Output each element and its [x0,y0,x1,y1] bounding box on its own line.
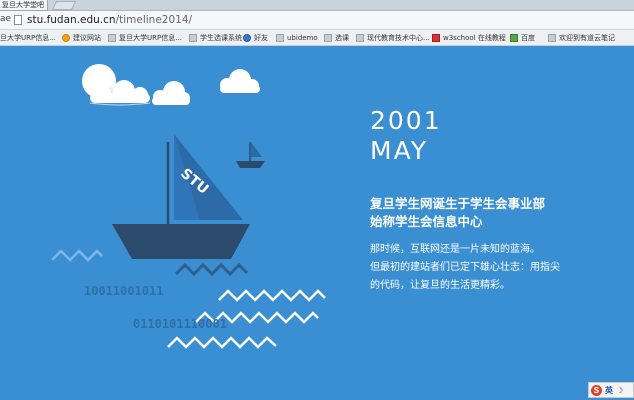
bookmark-label: ubidemo [287,34,318,42]
headline-line: 复旦学生网诞生于学生会事业部 [370,196,546,211]
description-line: 但最初的建站者们已定下雄心壮志：用指尖 [370,262,560,273]
friends-icon [243,34,251,42]
address-prefix: ae [0,14,12,24]
bookmark-item[interactable]: 学生选课系统 [189,32,242,44]
small-boat-icon [236,142,265,168]
wave-icon [174,262,249,277]
timeline-description: 那时候，互联网还是一片未知的蓝海。 但最初的建站者们已定下雄心壮志：用指尖 的代… [370,241,560,295]
new-tab-button[interactable] [51,1,77,10]
url-host: stu.fudan.edu.cn [27,14,116,26]
timeline-year: 2001 [370,106,442,135]
bookmark-item[interactable]: w3school 在线教程 [432,32,506,44]
bookmark-item[interactable]: 欢迎到有道云笔记 [548,32,615,44]
wave-icon [167,336,277,349]
ime-toolbar[interactable]: S 英 ☽ [588,382,634,398]
page-icon [356,34,364,42]
bookmark-item[interactable]: 选课 [324,32,349,44]
timeline-page: STU 10011001011 0110101110001 2001 MAY 复… [0,47,634,400]
bookmark-item[interactable]: 现代教育技术中心... [356,32,430,44]
bookmarks-bar: 旦大学URP信息... 建议网站 复旦大学URP信息... 学生选课系统 好友 … [0,30,634,46]
bookmark-label: 旦大学URP信息... [0,34,56,42]
bookmark-label: 选课 [335,34,349,42]
page-icon [14,15,22,25]
bookmark-label: 现代教育技术中心... [367,34,430,42]
bookmark-label: 建议网站 [73,34,101,42]
bookmark-label: 学生选课系统 [200,34,242,42]
bookmark-item[interactable]: 复旦大学URP信息... [108,32,182,44]
timeline-headline: 复旦学生网诞生于学生会事业部 始称学生会信息中心 [370,195,545,231]
orange-icon [62,34,70,42]
bookmark-label: 百度 [521,34,535,42]
bookmark-item[interactable]: ubidemo [276,32,318,44]
binary-text: 10011001011 [84,284,163,298]
wave-icon [51,249,103,262]
baidu-icon [510,34,518,42]
page-icon [324,34,332,42]
cloud-icon [220,69,260,93]
page-icon [108,34,116,42]
binary-text: 0110101110001 [133,317,227,331]
tab-strip: 复旦大学堂吧 [0,0,634,11]
bookmark-label: 复旦大学URP信息... [119,34,182,42]
bookmark-item[interactable]: 建议网站 [62,32,101,44]
w3school-icon [432,34,440,42]
wave-icon [218,289,326,302]
cloud-icon [152,81,190,105]
page-icon [189,34,197,42]
tab-active[interactable]: 复旦大学堂吧 [0,0,48,11]
boat-icon: STU [112,134,250,259]
cloud-icon [82,64,151,106]
description-line: 的代码，让复旦的生活更精彩。 [370,280,510,291]
sogou-icon: S [591,384,602,396]
address-bar: ae stu.fudan.edu.cn/timeline2014/ [0,11,634,30]
bookmark-item[interactable]: 好友 [243,32,268,44]
bookmark-item[interactable]: 百度 [510,32,535,44]
headline-line: 始称学生会信息中心 [370,214,483,229]
tab-title: 复旦大学堂吧 [2,1,44,9]
url-field[interactable]: stu.fudan.edu.cn/timeline2014/ [27,14,192,26]
bookmark-label: 欢迎到有道云笔记 [559,34,615,42]
ime-mode[interactable]: 英 [605,385,613,396]
moon-icon[interactable]: ☽ [616,386,623,395]
page-icon [548,34,556,42]
bookmark-label: 好友 [254,34,268,42]
bookmark-label: w3school 在线教程 [443,34,506,42]
page-icon [276,34,284,42]
bookmark-item[interactable]: 旦大学URP信息... [0,32,56,44]
description-line: 那时候，互联网还是一片未知的蓝海。 [370,244,540,255]
url-path: /timeline2014/ [115,14,193,26]
timeline-month: MAY [370,136,429,165]
